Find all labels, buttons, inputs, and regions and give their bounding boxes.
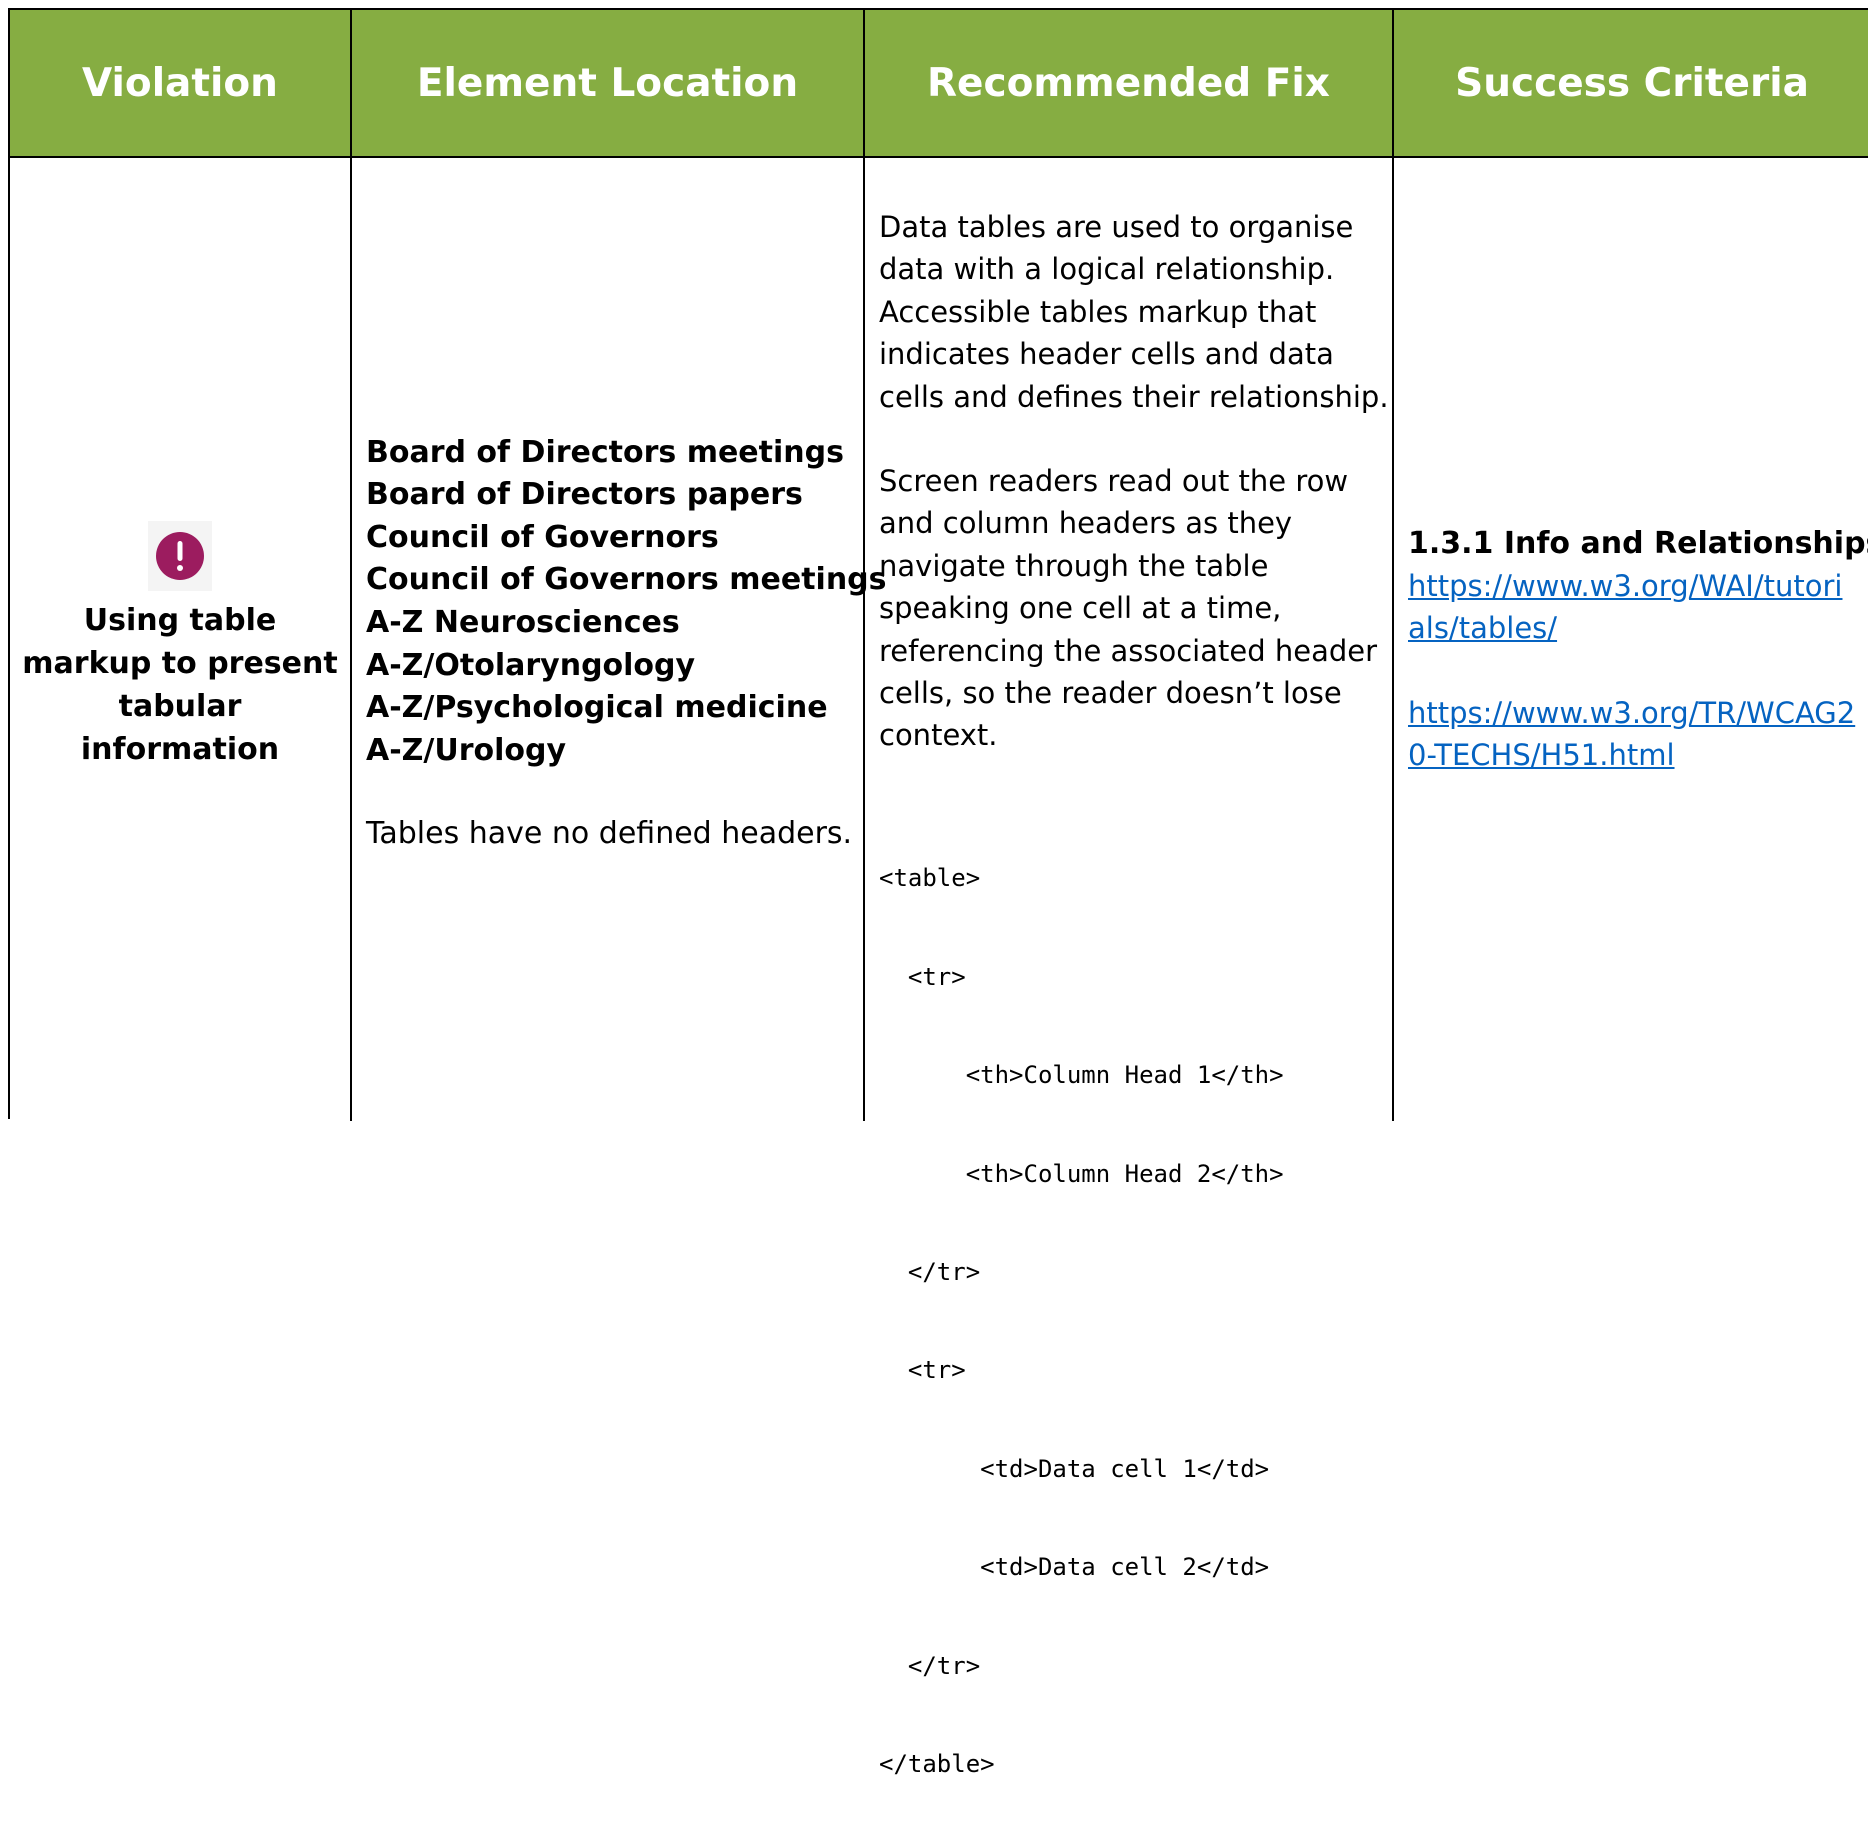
location-item: A-Z/Psychological medicine xyxy=(366,690,828,726)
wcag-h51-technique-link[interactable]: https://www.w3.org/TR/WCAG20-TECHS/H51.h… xyxy=(1408,692,1858,777)
violation-description: Using table markup to present tabular in… xyxy=(22,602,338,767)
location-list: Board of Directors meetings Board of Dir… xyxy=(366,432,887,773)
wai-tables-tutorial-link[interactable]: https://www.w3.org/WAI/tutorials/tables/ xyxy=(1408,565,1858,650)
code-line: <td>Data cell 2</td> xyxy=(879,1553,1270,1582)
code-example: <table> <tr> <th>Column Head 1</th> <th>… xyxy=(879,797,1392,1846)
code-line: <table> xyxy=(879,864,981,893)
location-item: Council of Governors meetings xyxy=(366,562,887,598)
code-line: </tr> xyxy=(879,1258,981,1287)
fix-text-line: data with a logical relationship. xyxy=(879,252,1335,287)
element-location-cell: Board of Directors meetings Board of Dir… xyxy=(352,158,887,1121)
fix-paragraph-tables: Data tables are used to organise data wi… xyxy=(879,206,1392,418)
fix-text-line: speaking one cell at a time, xyxy=(879,591,1282,626)
fix-text-line: cells, so the reader doesn’t lose xyxy=(879,676,1342,711)
violation-cell: Using table markup to present tabular in… xyxy=(10,158,350,1121)
fix-text-line: and column headers as they xyxy=(879,506,1293,541)
criteria-title: 1.3.1 Info and Relationships xyxy=(1408,525,1868,561)
fix-text-line: Accessible tables markup that xyxy=(879,294,1317,329)
location-item: A-Z Neurosciences xyxy=(366,605,680,640)
location-item: A-Z/Otolaryngology xyxy=(366,647,696,683)
fix-text-line: referencing the associated header xyxy=(879,633,1378,668)
location-item: A-Z/Urology xyxy=(366,732,567,768)
code-line: </table> xyxy=(879,1749,995,1778)
fix-text-line: navigate through the table xyxy=(879,548,1269,583)
accessibility-violation-table: Violation Element Location Recommended F… xyxy=(8,8,1868,1778)
fix-text-line: indicates header cells and data xyxy=(879,337,1334,372)
header-recommended-fix: Recommended Fix xyxy=(927,60,1330,106)
fix-text-line: context. xyxy=(879,718,998,753)
location-note: Tables have no defined headers. xyxy=(366,816,853,852)
code-line: <th>Column Head 2</th> xyxy=(879,1159,1284,1188)
table-header-row: Violation Element Location Recommended F… xyxy=(10,10,1868,158)
code-line: <td>Data cell 1</td> xyxy=(879,1454,1270,1483)
location-item: Board of Directors papers xyxy=(366,477,803,513)
recommended-fix-cell: Data tables are used to organise data wi… xyxy=(865,158,1392,1778)
location-item: Board of Directors meetings xyxy=(366,434,844,470)
header-success-criteria: Success Criteria xyxy=(1455,60,1809,106)
code-line: <tr> xyxy=(879,1356,966,1385)
fix-paragraph-screen-readers: Screen readers read out the row and colu… xyxy=(879,460,1392,757)
code-line: </tr> xyxy=(879,1651,981,1680)
code-line: <tr> xyxy=(879,962,966,991)
fix-text-line: Data tables are used to organise xyxy=(879,210,1354,244)
fix-text-line: cells and defines their relationship. xyxy=(879,379,1389,414)
success-criteria-cell: 1.3.1 Info and Relationships https://www… xyxy=(1394,158,1868,1121)
code-line: <th>Column Head 1</th> xyxy=(879,1061,1284,1090)
header-violation: Violation xyxy=(82,60,278,106)
header-element-location: Element Location xyxy=(416,60,799,106)
location-item: Council of Governors xyxy=(366,519,719,555)
fix-text-line: Screen readers read out the row xyxy=(879,464,1349,499)
alert-circle-icon xyxy=(148,520,212,591)
